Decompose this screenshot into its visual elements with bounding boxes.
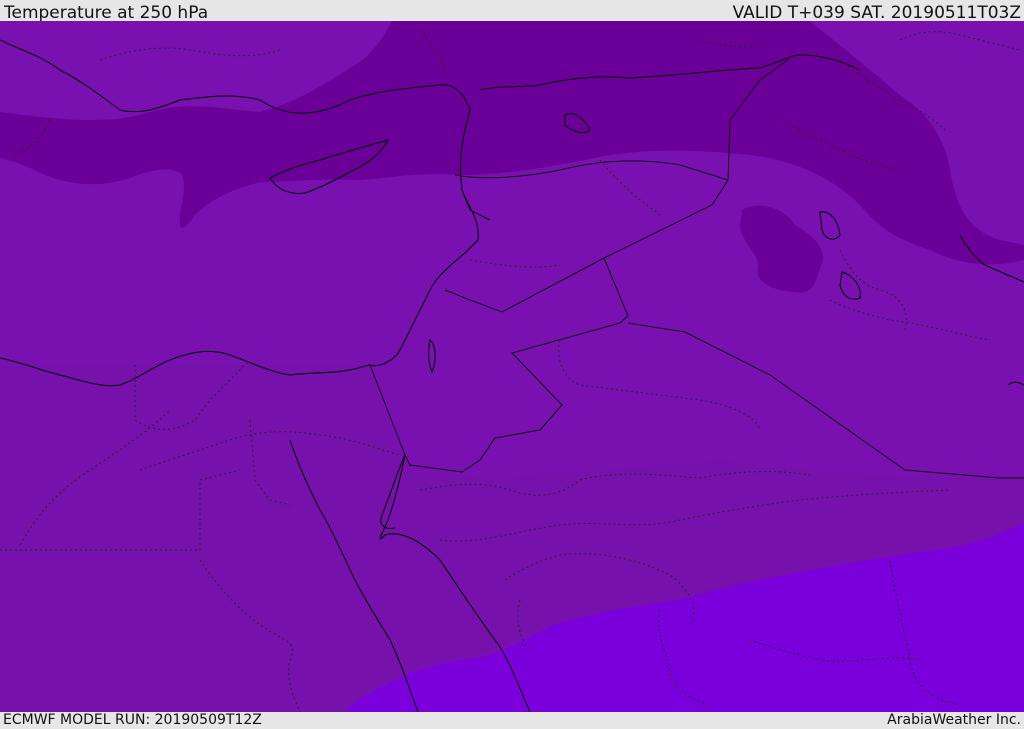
map-title: Temperature at 250 hPa xyxy=(4,3,209,23)
temperature-map[interactable] xyxy=(0,21,1024,712)
header-bar: Temperature at 250 hPa VALID T+039 SAT. … xyxy=(0,0,1024,23)
valid-time: VALID T+039 SAT. 20190511T03Z xyxy=(732,3,1021,23)
model-run-label: ECMWF MODEL RUN: 20190509T12Z xyxy=(3,712,262,728)
footer-bar: ECMWF MODEL RUN: 20190509T12Z ArabiaWeat… xyxy=(0,712,1024,729)
credit-label: ArabiaWeather Inc. xyxy=(887,712,1021,728)
